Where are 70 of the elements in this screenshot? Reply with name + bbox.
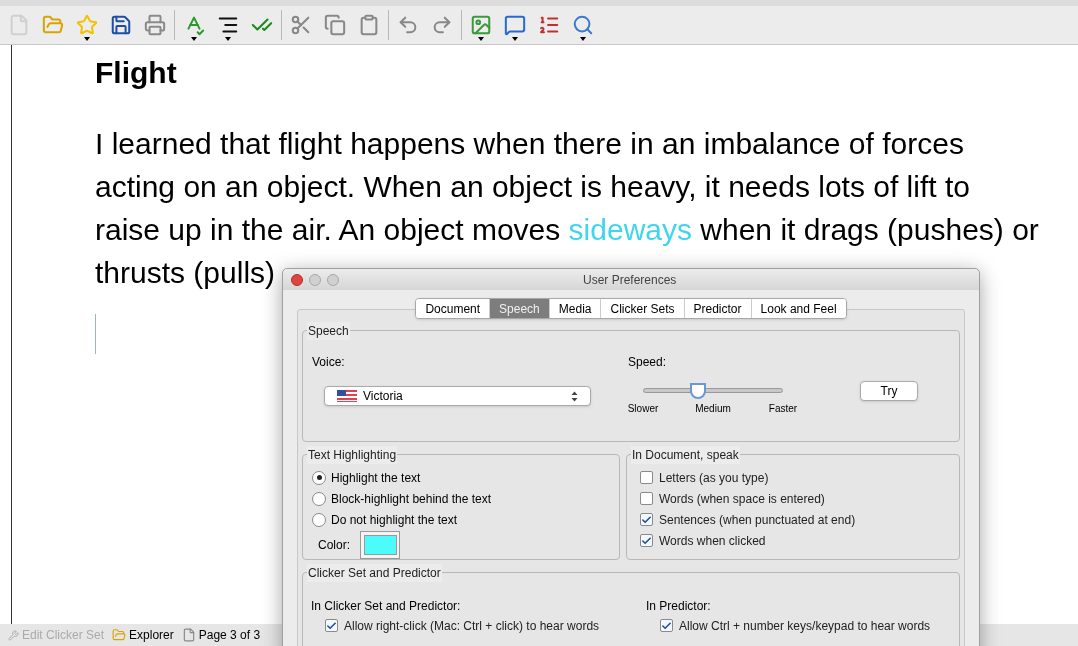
document-title: Flight [95,55,178,91]
wrench-icon [8,629,19,641]
section-heading: In Predictor: [646,598,712,615]
status-item[interactable]: Explorer [112,626,174,644]
clipboard-icon [358,14,380,36]
checkbox-label: Allow Ctrl + number keys/keypad to hear words [679,617,931,635]
tick-label: Medium [694,402,732,416]
checkbox[interactable] [640,513,653,526]
scissors-icon [290,14,312,36]
voice-select[interactable]: Victoria [324,386,591,406]
checkbox-label: Sentences (when punctuated at end) [659,511,856,529]
save-icon [110,14,132,36]
checkbox-label: Words (when space is entered) [659,490,825,508]
window-title: User Preferences [583,271,677,289]
speed-label: Speed: [628,354,668,371]
printer-icon [144,14,166,36]
group-title: In Document, speak [631,446,740,464]
undo-icon [397,14,419,36]
stepper-icon [571,390,578,402]
text-line: acting on an object. When an object is heavy, it needs lots of lift to [95,169,970,205]
search-icon [572,14,594,36]
radio-label: Highlight the text [331,469,421,487]
text-line: raise up in the air. An object moves sideways when it drags (pushes) or [95,212,1039,248]
tab[interactable]: Predictor [683,299,751,318]
radio-button[interactable] [312,512,326,527]
status-item[interactable]: Page 3 of 3 [181,626,261,644]
folder-icon [42,14,64,36]
radio-label: Block-highlight behind the text [331,490,492,508]
voice-label: Voice: [312,354,346,371]
try-button[interactable]: Try [860,381,918,401]
tab[interactable]: Media [548,299,601,318]
tick-label: Faster [767,402,799,416]
text-line: I learned that flight happens when there in an imbalance of forces [95,126,964,162]
checkbox-label: Words when clicked [659,532,766,550]
checkbox[interactable] [640,492,653,505]
tab[interactable]: Clicker Sets [600,299,684,318]
group-title: Speech [307,322,350,340]
checkbox-label: Allow right-click (Mac: Ctrl + click) to hear words [344,617,600,635]
checkbox-label: Letters (as you type) [659,469,769,487]
section-heading: In Clicker Set and Predictor: [311,598,462,615]
group-title: Clicker Set and Predictor [307,564,442,582]
image-icon [470,14,492,36]
color-swatch[interactable] [360,531,400,559]
close-button[interactable] [291,273,303,286]
slider-thumb[interactable] [689,382,706,399]
flag-icon [337,390,357,402]
redo-icon [431,14,453,36]
text-line: thrusts (pulls) [95,255,276,291]
tab[interactable]: Look and Feel [750,299,846,318]
page-icon [181,628,196,642]
speech-bubble-icon [504,14,526,36]
group-title: Text Highlighting [307,446,398,464]
radio-button[interactable] [312,470,326,485]
tick-label: Slower [626,402,660,416]
minimize-button[interactable] [309,273,321,286]
tab[interactable]: Speech [489,299,549,318]
file-icon [8,14,30,36]
star-icon [76,14,98,36]
checkbox[interactable] [660,619,673,632]
tab[interactable]: Document [416,299,490,318]
color-label: Color: [318,537,350,554]
copy-icon [324,14,346,36]
checkbox[interactable] [640,471,653,484]
checkbox[interactable] [325,619,338,632]
numbered-list-icon [538,14,560,36]
radio-button[interactable] [312,491,326,506]
radio-label: Do not highlight the text [331,511,458,529]
folder-icon [112,628,127,642]
checkbox[interactable] [640,534,653,547]
zoom-button[interactable] [327,273,339,286]
